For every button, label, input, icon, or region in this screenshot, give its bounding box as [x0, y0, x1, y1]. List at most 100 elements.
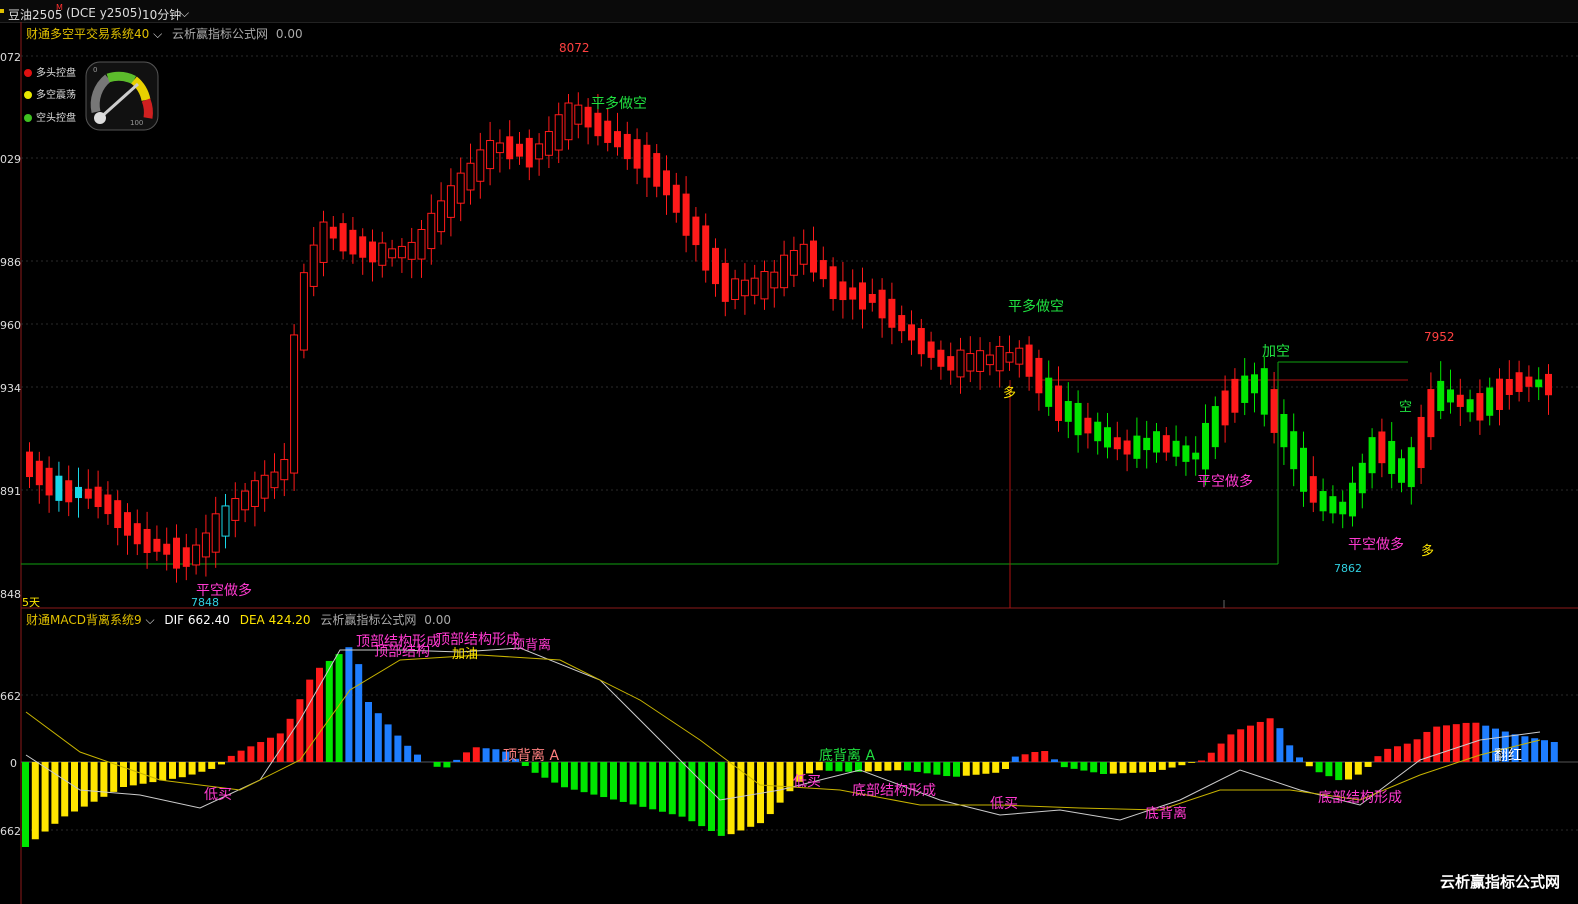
- macd-bar: [570, 762, 578, 790]
- macd-bar: [237, 750, 245, 762]
- signal-close-short-open-long: 平空做多: [1197, 474, 1253, 490]
- candle: [1417, 416, 1425, 469]
- macd-bar: [1550, 742, 1558, 762]
- macd-bar: [1482, 725, 1490, 762]
- candle: [1064, 401, 1072, 422]
- macd-bar: [22, 762, 29, 847]
- macd-bar: [443, 762, 451, 768]
- candle: [799, 243, 808, 265]
- candle: [153, 538, 161, 552]
- candle: [260, 474, 269, 499]
- candle: [898, 315, 906, 332]
- candle: [780, 254, 789, 289]
- macd-bar: [962, 762, 970, 776]
- macd-bar: [561, 762, 568, 788]
- candle: [1496, 378, 1503, 410]
- candle: [476, 149, 485, 182]
- macd-bar: [1462, 722, 1470, 762]
- candle: [1280, 414, 1288, 448]
- signal-add-short: 加空: [1262, 344, 1290, 360]
- candle: [65, 480, 73, 503]
- candle: [653, 153, 661, 187]
- candle: [329, 226, 337, 239]
- candle: [750, 277, 759, 296]
- macd-bar: [1168, 762, 1176, 768]
- macd-signal: 底部结构形成: [1318, 790, 1402, 806]
- candle: [574, 104, 583, 125]
- macd-bar: [1354, 762, 1362, 775]
- candle: [241, 490, 250, 511]
- candle: [712, 247, 719, 285]
- macd-bar: [1011, 756, 1019, 762]
- candle: [466, 162, 475, 191]
- candle: [966, 353, 975, 372]
- macd-signal: 顶部结构: [374, 644, 430, 660]
- candle: [1162, 435, 1170, 453]
- macd-bar: [482, 748, 490, 762]
- candle: [369, 241, 376, 263]
- macd-signal: 顶背离: [512, 638, 552, 653]
- candle: [1084, 417, 1092, 434]
- macd-bar: [110, 762, 118, 792]
- macd-bar: [708, 762, 715, 831]
- candle: [849, 287, 857, 300]
- candle: [1172, 440, 1180, 457]
- macd-bar: [923, 762, 931, 774]
- candle: [1309, 476, 1317, 503]
- candle: [554, 114, 563, 151]
- candle: [143, 528, 151, 553]
- macd-bar: [668, 762, 676, 815]
- macd-bar: [894, 762, 902, 771]
- candle: [525, 137, 533, 168]
- macd-bar: [649, 762, 657, 810]
- macd-bar: [1403, 743, 1411, 762]
- candle: [192, 544, 201, 566]
- candle: [1476, 393, 1484, 421]
- macd-bar: [247, 746, 255, 762]
- macd-bar: [766, 762, 774, 815]
- macd-signal: 低买: [204, 787, 232, 803]
- high-price-mark-right: 7952: [1424, 330, 1455, 344]
- candle: [535, 143, 544, 160]
- candle: [1300, 447, 1307, 492]
- macd-bar: [913, 762, 921, 772]
- candle: [163, 543, 171, 555]
- candle: [1094, 421, 1102, 442]
- candle: [1202, 422, 1209, 470]
- candle: [859, 282, 866, 310]
- macd-bar: [1178, 762, 1186, 766]
- macd-bar: [1060, 762, 1068, 768]
- macd-bar: [374, 713, 382, 762]
- candle: [789, 249, 798, 276]
- candle: [1505, 378, 1513, 395]
- macd-bar: [688, 762, 696, 822]
- macd-bar: [1227, 734, 1235, 762]
- candle: [486, 140, 495, 170]
- candle: [1045, 377, 1053, 407]
- macd-bar: [355, 664, 363, 762]
- candle: [1055, 385, 1062, 421]
- candle: [692, 216, 700, 246]
- macd-bar: [619, 762, 627, 802]
- candle: [173, 537, 180, 569]
- candle: [976, 350, 985, 372]
- candle: [26, 451, 33, 478]
- macd-bar: [1452, 724, 1460, 762]
- macd-bar: [1119, 762, 1127, 774]
- candle: [1437, 380, 1445, 412]
- macd-bar: [149, 762, 157, 783]
- candle: [868, 293, 876, 303]
- candle: [1025, 344, 1033, 377]
- candle: [427, 212, 436, 250]
- macd-signal: 底背离 A: [819, 748, 876, 764]
- macd-bar: [257, 742, 265, 762]
- macd-bar: [1100, 762, 1107, 774]
- macd-bar: [1070, 762, 1078, 769]
- candle: [947, 356, 955, 371]
- macd-bar: [1217, 743, 1225, 762]
- macd-bar: [1080, 762, 1088, 771]
- macd-signal: 低买: [793, 774, 821, 790]
- candle: [888, 298, 896, 328]
- kline-chart[interactable]: [0, 0, 1578, 904]
- candle: [740, 279, 749, 297]
